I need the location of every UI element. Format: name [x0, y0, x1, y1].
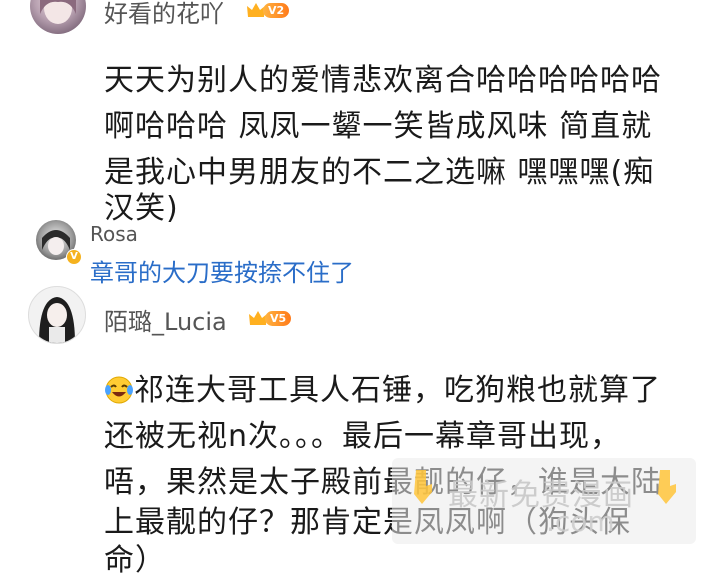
comment-line: 还被无视n次。。。最后一幕章哥出现， — [104, 419, 622, 454]
avatar-illustration — [40, 0, 76, 24]
username-comment-1[interactable]: 好看的花吖 — [104, 0, 224, 29]
avatar-comment-1[interactable] — [30, 0, 86, 34]
comment-line: 祁连大哥工具人石锤，吃狗粮也就算了 — [134, 373, 661, 408]
comment-line-with-emoji: 祁连大哥工具人石锤，吃狗粮也就算了 — [104, 368, 661, 414]
laughing-tears-emoji-icon — [105, 376, 133, 404]
pointing-down-hand-icon — [414, 470, 432, 504]
reply-text[interactable]: 章哥的大刀要按捺不住了 — [90, 253, 354, 288]
watermark-domain: .com — [546, 505, 615, 538]
vip-badge-comment-1: V2 — [246, 2, 290, 19]
reply-username[interactable]: Rosa — [90, 222, 138, 246]
vip-level-label: V2 — [263, 3, 290, 18]
comment-line: 天天为别人的爱情悲欢离合哈哈哈哈哈哈 — [104, 63, 662, 98]
comment-line: 命） — [104, 543, 166, 578]
vip-level-label: V5 — [265, 311, 292, 326]
avatar-comment-2[interactable] — [28, 286, 86, 344]
vip-badge-comment-2: V5 — [248, 310, 292, 327]
comment-line: 啊哈哈哈 凤凤一颦一笑皆成风味 简直就 — [104, 109, 653, 144]
avatar-illustration — [39, 297, 75, 343]
comment-line: 是我心中男朋友的不二之选嘛 嘿嘿嘿(痴 — [104, 155, 655, 190]
verified-v-icon: V — [66, 249, 82, 265]
username-comment-2[interactable]: 陌璐_Lucia — [104, 302, 227, 337]
pointing-down-hand-icon — [658, 470, 676, 504]
